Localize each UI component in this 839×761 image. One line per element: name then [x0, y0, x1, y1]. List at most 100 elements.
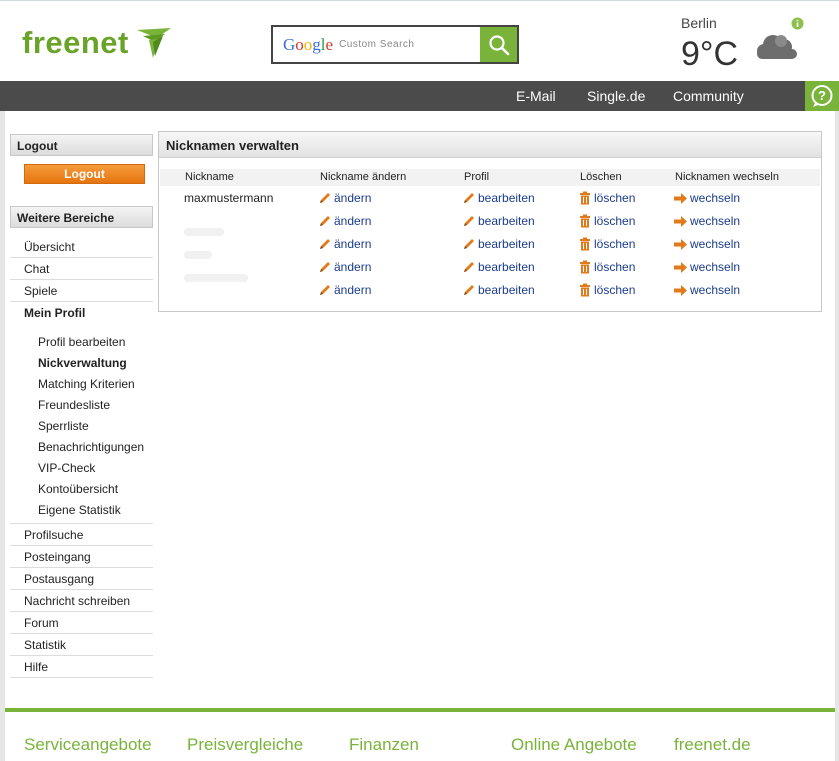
delete-nickname-link[interactable]: löschen	[579, 260, 635, 274]
nickname-cell-hidden	[184, 228, 224, 236]
pencil-icon	[320, 262, 330, 272]
sidebar-sub-statistics[interactable]: Eigene Statistik	[38, 502, 121, 518]
arrow-right-icon	[674, 284, 687, 296]
sidebar-item-help[interactable]: Hilfe	[10, 656, 153, 678]
sidebar-item-inbox[interactable]: Posteingang	[10, 546, 153, 568]
logout-button[interactable]: Logout	[24, 164, 145, 184]
edit-profile-label: bearbeiten	[478, 283, 535, 297]
delete-nickname-label: löschen	[594, 237, 636, 251]
pencil-icon	[464, 262, 474, 272]
pencil-icon	[464, 193, 474, 203]
arrow-right-icon	[674, 215, 687, 227]
sidebar-item-profile-search[interactable]: Profilsuche	[10, 524, 153, 546]
footer-link-price-compare[interactable]: Preisvergleiche	[187, 735, 303, 755]
change-nickname-label: ändern	[334, 214, 372, 228]
sidebar-sub-vip-check[interactable]: VIP-Check	[38, 460, 95, 476]
sidebar-item-statistics[interactable]: Statistik	[10, 634, 153, 656]
edit-profile-label: bearbeiten	[478, 214, 535, 228]
sidebar-sub-edit-profile[interactable]: Profil bearbeiten	[38, 334, 125, 350]
sidebar-sub-friends[interactable]: Freundesliste	[38, 397, 110, 413]
svg-text:?: ?	[818, 88, 826, 103]
weather-widget[interactable]: Berlin 9°C	[681, 15, 811, 75]
edit-profile-link[interactable]: bearbeiten	[463, 237, 535, 251]
edit-profile-label: bearbeiten	[478, 191, 535, 205]
sidebar-sub-account[interactable]: Kontoübersicht	[38, 481, 118, 497]
switch-nickname-label: wechseln	[690, 260, 741, 274]
help-icon: ?	[811, 85, 833, 107]
delete-nickname-link[interactable]: löschen	[579, 191, 635, 205]
sidebar-item-overview[interactable]: Übersicht	[10, 236, 153, 258]
logo-text: freenet	[22, 25, 129, 60]
delete-nickname-link[interactable]: löschen	[579, 214, 635, 228]
nickname-cell: maxmustermann	[184, 191, 274, 205]
delete-nickname-link[interactable]: löschen	[579, 237, 635, 251]
edit-profile-link[interactable]: bearbeiten	[463, 283, 535, 297]
pencil-icon	[464, 216, 474, 226]
switch-nickname-label: wechseln	[690, 283, 741, 297]
sidebar-sub-notifications[interactable]: Benachrichtigungen	[38, 439, 144, 455]
delete-nickname-label: löschen	[594, 191, 636, 205]
pencil-icon	[464, 285, 474, 295]
edit-profile-link[interactable]: bearbeiten	[463, 191, 535, 205]
change-nickname-link[interactable]: ändern	[319, 214, 371, 228]
footer-link-finance[interactable]: Finanzen	[349, 735, 419, 755]
switch-nickname-link[interactable]: wechseln	[674, 260, 740, 274]
help-button[interactable]: ?	[805, 81, 839, 111]
change-nickname-link[interactable]: ändern	[319, 191, 371, 205]
trash-icon	[580, 191, 590, 205]
switch-nickname-label: wechseln	[690, 237, 741, 251]
edit-profile-link[interactable]: bearbeiten	[463, 214, 535, 228]
pencil-icon	[320, 285, 330, 295]
change-nickname-label: ändern	[334, 260, 372, 274]
change-nickname-link[interactable]: ändern	[319, 237, 371, 251]
sidebar-item-compose[interactable]: Nachricht schreiben	[10, 590, 153, 612]
pencil-icon	[320, 216, 330, 226]
nav-community[interactable]: Community	[673, 88, 744, 104]
footer-link-freenet[interactable]: freenet.de	[674, 735, 751, 755]
sidebar-sub-matching[interactable]: Matching Kriterien	[38, 376, 135, 392]
search-placeholder: Custom Search	[339, 39, 415, 50]
sidebar-item-forum[interactable]: Forum	[10, 612, 153, 634]
arrow-right-icon	[674, 192, 687, 204]
switch-nickname-link[interactable]: wechseln	[674, 237, 740, 251]
sidebar-item-games[interactable]: Spiele	[10, 280, 153, 302]
delete-nickname-link[interactable]: löschen	[579, 283, 635, 297]
weather-city: Berlin	[681, 15, 717, 31]
switch-nickname-link[interactable]: wechseln	[674, 191, 740, 205]
sidebar-item-my-profile[interactable]: Mein Profil	[10, 302, 153, 324]
sidebar-item-outbox[interactable]: Postausgang	[10, 568, 153, 590]
sidebar-item-chat[interactable]: Chat	[10, 258, 153, 280]
search-input[interactable]: Google Custom Search	[273, 27, 480, 62]
footer-link-services[interactable]: Serviceangebote	[24, 735, 152, 755]
change-nickname-label: ändern	[334, 237, 372, 251]
cloud-icon	[757, 35, 797, 59]
sidebar-sub-nick-management[interactable]: Nickverwaltung	[38, 355, 127, 371]
sidebar-sub-blocklist[interactable]: Sperrliste	[38, 418, 89, 434]
edit-profile-link[interactable]: bearbeiten	[463, 260, 535, 274]
search-button[interactable]	[480, 27, 517, 62]
trash-icon	[580, 237, 590, 251]
search-box: Google Custom Search	[271, 25, 519, 64]
edit-profile-label: bearbeiten	[478, 260, 535, 274]
switch-nickname-link[interactable]: wechseln	[674, 283, 740, 297]
logout-box-title: Logout	[10, 134, 153, 156]
change-nickname-link[interactable]: ändern	[319, 260, 371, 274]
switch-nickname-link[interactable]: wechseln	[674, 214, 740, 228]
freenet-logo[interactable]: freenet	[22, 25, 173, 61]
col-change: Nickname ändern	[320, 171, 407, 183]
switch-nickname-label: wechseln	[690, 214, 741, 228]
page-gutter-right	[835, 111, 839, 761]
trash-icon	[580, 260, 590, 274]
col-delete: Löschen	[580, 171, 622, 183]
nav-email[interactable]: E-Mail	[516, 88, 556, 104]
pencil-icon	[320, 193, 330, 203]
footer-link-online-offers[interactable]: Online Angebote	[511, 735, 637, 755]
site-header: freenet Google Custom Search Berlin 9°C	[0, 0, 839, 81]
change-nickname-link[interactable]: ändern	[319, 283, 371, 297]
change-nickname-label: ändern	[334, 283, 372, 297]
arrow-right-icon	[674, 261, 687, 273]
nav-single[interactable]: Single.de	[587, 88, 645, 104]
pencil-icon	[464, 239, 474, 249]
arrow-right-icon	[674, 238, 687, 250]
switch-nickname-label: wechseln	[690, 191, 741, 205]
